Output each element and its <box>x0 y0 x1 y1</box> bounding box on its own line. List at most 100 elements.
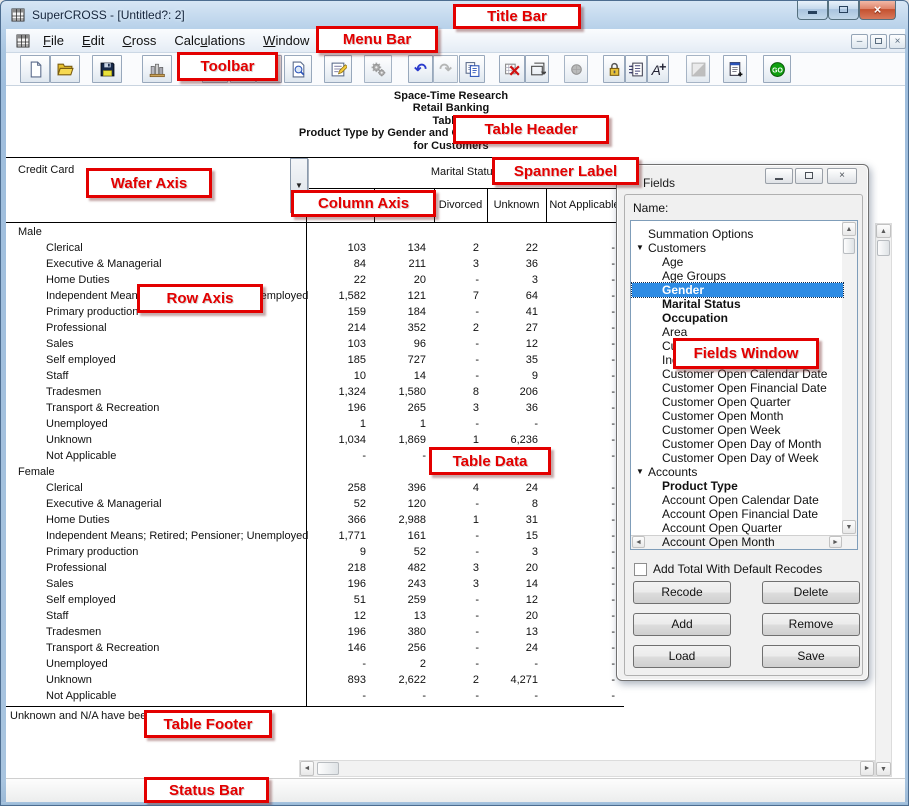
load-button[interactable]: Load <box>633 645 731 668</box>
toolbar-button-recode-list[interactable] <box>625 55 647 83</box>
row-label[interactable]: Sales <box>46 578 74 590</box>
toolbar-button-gears[interactable] <box>364 55 392 83</box>
row-label[interactable]: Independent Means; Retired; Pensioner; U… <box>46 530 308 542</box>
field-item-marital-status[interactable]: Marital Status <box>632 297 843 311</box>
menu-item-window[interactable]: Window <box>254 29 318 51</box>
toolbar-button-font-size[interactable]: A <box>647 55 669 83</box>
row-label[interactable]: Not Applicable <box>46 690 116 702</box>
horizontal-scrollbar[interactable]: ◄ ► <box>299 760 875 777</box>
fields-scroll-thumb[interactable] <box>843 238 855 254</box>
toolbar-button-transpose[interactable] <box>525 55 549 83</box>
row-label[interactable]: Professional <box>46 322 107 334</box>
column-header[interactable]: Unknown <box>487 189 546 222</box>
minimize-button[interactable] <box>797 1 828 20</box>
scroll-down-button[interactable]: ▼ <box>876 762 891 776</box>
field-item-occupation[interactable]: Occupation <box>632 311 843 325</box>
row-label[interactable]: Staff <box>46 610 68 622</box>
row-label[interactable]: Clerical <box>46 482 83 494</box>
row-label[interactable]: Professional <box>46 562 107 574</box>
row-label[interactable]: Primary production <box>46 306 138 318</box>
expand-arrow-icon[interactable]: ▼ <box>636 241 644 255</box>
field-item-customers[interactable]: Customers▼ <box>632 241 843 255</box>
field-item-customer-open-calendar-date[interactable]: Customer Open Calendar Date <box>632 367 843 381</box>
field-item-customer-open-day-of-week[interactable]: Customer Open Day of Week <box>632 451 843 465</box>
row-label[interactable]: Transport & Recreation <box>46 642 159 654</box>
fields-scroll-down-button[interactable]: ▼ <box>842 520 856 534</box>
toolbar-button-copy[interactable] <box>459 55 485 83</box>
row-label[interactable]: Unknown <box>46 434 92 446</box>
vertical-scrollbar[interactable]: ▲ ▼ <box>875 223 892 777</box>
fields-maximize-button[interactable] <box>795 168 823 184</box>
vertical-scroll-thumb[interactable] <box>877 240 890 256</box>
horizontal-scroll-thumb[interactable] <box>317 762 339 775</box>
toolbar-button-lock[interactable] <box>603 55 625 83</box>
add-total-checkbox[interactable] <box>634 563 647 576</box>
field-item-customer-open-quarter[interactable]: Customer Open Quarter <box>632 395 843 409</box>
toolbar-button-undo[interactable]: ↶ <box>408 55 433 83</box>
row-label[interactable]: Clerical <box>46 242 83 254</box>
mdi-restore-button[interactable] <box>870 34 887 49</box>
close-button[interactable]: × <box>859 1 896 20</box>
toolbar-button-redo[interactable]: ↷ <box>433 55 458 83</box>
row-label[interactable]: Primary production <box>46 546 138 558</box>
expand-arrow-icon[interactable]: ▼ <box>636 465 644 479</box>
field-item-account-open-financial-date[interactable]: Account Open Financial Date <box>632 507 843 521</box>
row-label[interactable]: Home Duties <box>46 514 110 526</box>
field-item-customer-open-month[interactable]: Customer Open Month <box>632 409 843 423</box>
toolbar-button-delete-table[interactable] <box>499 55 525 83</box>
wafer-axis-label[interactable]: Credit Card <box>18 164 74 176</box>
field-item-age[interactable]: Age <box>632 255 843 269</box>
maximize-button[interactable] <box>828 1 859 20</box>
save-button[interactable]: Save <box>762 645 860 668</box>
field-item-age-groups[interactable]: Age Groups <box>632 269 843 283</box>
toolbar-button-new-table[interactable] <box>723 55 747 83</box>
toolbar-button-new-document[interactable] <box>20 55 50 83</box>
row-label[interactable]: Home Duties <box>46 274 110 286</box>
field-item-product-type[interactable]: Product Type <box>632 479 843 493</box>
field-item-customer-open-financial-date[interactable]: Customer Open Financial Date <box>632 381 843 395</box>
column-header[interactable]: Divorced <box>434 189 487 222</box>
fields-vertical-scrollbar[interactable]: ▲ ▼ <box>842 221 857 535</box>
mdi-minimize-button[interactable]: – <box>851 34 868 49</box>
toolbar-button-sphere[interactable] <box>564 55 588 83</box>
fields-minimize-button[interactable] <box>765 168 793 184</box>
field-item-summation-options[interactable]: Summation Options <box>632 227 843 241</box>
fields-scroll-up-button[interactable]: ▲ <box>842 222 856 236</box>
row-label[interactable]: Tradesmen <box>46 386 101 398</box>
menu-item-cross[interactable]: Cross <box>113 29 165 51</box>
toolbar-button-edit-table[interactable] <box>324 55 352 83</box>
field-item-account-open-quarter[interactable]: Account Open Quarter <box>632 521 843 535</box>
scroll-left-button[interactable]: ◄ <box>300 761 314 776</box>
row-label[interactable]: Self employed <box>46 354 116 366</box>
scroll-right-button[interactable]: ► <box>860 761 874 776</box>
row-label[interactable]: Unknown <box>46 674 92 686</box>
fields-list[interactable]: ▲ ▼ ◄ ► Summation OptionsCustomers▼AgeAg… <box>630 220 858 550</box>
row-label[interactable]: Female <box>18 466 55 478</box>
row-label[interactable]: Transport & Recreation <box>46 402 159 414</box>
row-label[interactable]: Unemployed <box>46 658 108 670</box>
row-label[interactable]: Executive & Managerial <box>46 498 162 510</box>
menu-item-file[interactable]: File <box>34 29 73 51</box>
field-item-accounts[interactable]: Accounts▼ <box>632 465 843 479</box>
row-label[interactable]: Male <box>18 226 42 238</box>
recode-button[interactable]: Recode <box>633 581 731 604</box>
menu-item-calculations[interactable]: Calculations <box>165 29 254 51</box>
row-label[interactable]: Executive & Managerial <box>46 258 162 270</box>
row-label[interactable]: Tradesmen <box>46 626 101 638</box>
scroll-up-button[interactable]: ▲ <box>876 224 891 238</box>
toolbar-button-table-catalogue[interactable] <box>142 55 172 83</box>
row-label[interactable]: Unemployed <box>46 418 108 430</box>
add-button[interactable]: Add <box>633 613 731 636</box>
field-item-customer-open-day-of-month[interactable]: Customer Open Day of Month <box>632 437 843 451</box>
row-label[interactable]: Staff <box>46 370 68 382</box>
menu-item-edit[interactable]: Edit <box>73 29 113 51</box>
mdi-close-button[interactable]: × <box>889 34 906 49</box>
field-item-gender[interactable]: Gender <box>632 283 843 297</box>
toolbar-button-go[interactable]: GO <box>763 55 791 83</box>
toolbar-button-print-preview[interactable] <box>284 55 312 83</box>
delete-button[interactable]: Delete <box>762 581 860 604</box>
toolbar-button-open-folder[interactable] <box>50 55 80 83</box>
field-item-account-open-calendar-date[interactable]: Account Open Calendar Date <box>632 493 843 507</box>
row-label[interactable]: Sales <box>46 338 74 350</box>
field-item-area[interactable]: Area <box>632 325 843 339</box>
